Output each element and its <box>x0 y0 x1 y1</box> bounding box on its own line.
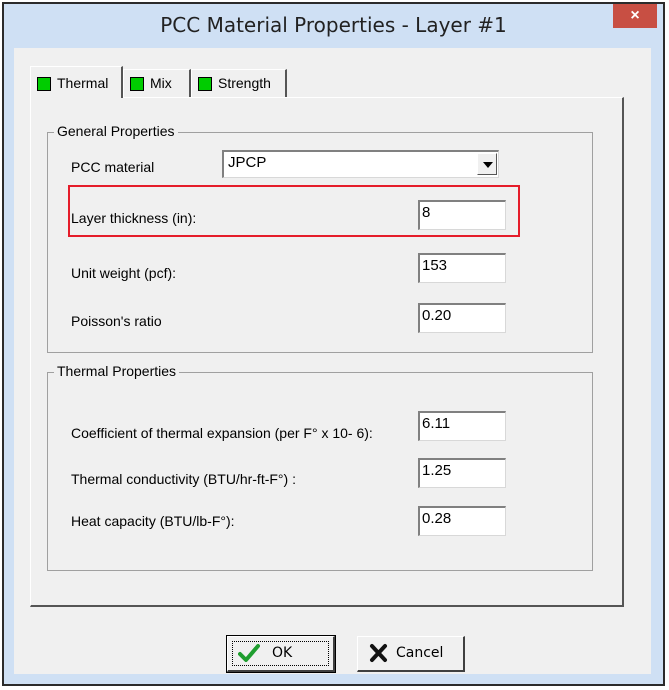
tab-strength[interactable]: Strength <box>191 69 287 97</box>
tab-label: Mix <box>150 75 172 91</box>
ok-label: OK <box>272 645 293 661</box>
pcc-material-label: PCC material <box>71 159 155 175</box>
tab-thermal[interactable]: Thermal <box>30 66 123 98</box>
cancel-button[interactable]: Cancel <box>357 636 465 672</box>
dialog-client: Thermal Mix Strength General Properties … <box>14 48 651 674</box>
status-square-icon <box>37 77 51 91</box>
pcc-material-value: JPCP <box>228 154 267 171</box>
chevron-down-icon[interactable] <box>477 153 497 175</box>
thermal-conductivity-label: Thermal conductivity (BTU/hr-ft-F°) : <box>71 471 296 487</box>
thermal-properties-group: Thermal Properties Coefficient of therma… <box>47 363 593 571</box>
tab-mix[interactable]: Mix <box>123 69 191 97</box>
checkmark-icon <box>238 644 260 662</box>
thermal-conductivity-input[interactable]: 1.25 <box>418 458 506 488</box>
status-square-icon <box>198 77 212 91</box>
status-square-icon <box>130 77 144 91</box>
group-title: General Properties <box>54 123 178 139</box>
window-title: PCC Material Properties - Layer #1 <box>160 13 507 37</box>
cte-input[interactable]: 6.11 <box>418 411 506 441</box>
layer-thickness-input[interactable]: 8 <box>418 200 506 230</box>
close-button[interactable]: × <box>613 4 657 28</box>
poissons-ratio-input[interactable]: 0.20 <box>418 303 506 333</box>
ok-button[interactable]: OK <box>226 635 336 673</box>
cancel-label: Cancel <box>396 645 444 661</box>
cte-label: Coefficient of thermal expansion (per F°… <box>71 425 373 441</box>
poissons-ratio-label: Poisson's ratio <box>71 313 162 329</box>
title-bar[interactable]: PCC Material Properties - Layer #1 × <box>4 4 663 48</box>
heat-capacity-input[interactable]: 0.28 <box>418 506 506 536</box>
tab-label: Strength <box>218 75 271 91</box>
heat-capacity-label: Heat capacity (BTU/lb-F°): <box>71 513 235 529</box>
group-title: Thermal Properties <box>54 363 180 379</box>
dialog-window: PCC Material Properties - Layer #1 × The… <box>2 2 665 686</box>
tab-panel-thermal: General Properties PCC material JPCP Lay… <box>30 97 624 607</box>
unit-weight-label: Unit weight (pcf): <box>71 265 177 281</box>
x-mark-icon <box>370 644 387 662</box>
general-properties-group: General Properties PCC material JPCP Lay… <box>47 123 593 353</box>
pcc-material-select[interactable]: JPCP <box>222 150 499 178</box>
tab-label: Thermal <box>57 75 109 91</box>
unit-weight-input[interactable]: 153 <box>418 253 506 283</box>
layer-thickness-label: Layer thickness (in): <box>71 210 197 226</box>
